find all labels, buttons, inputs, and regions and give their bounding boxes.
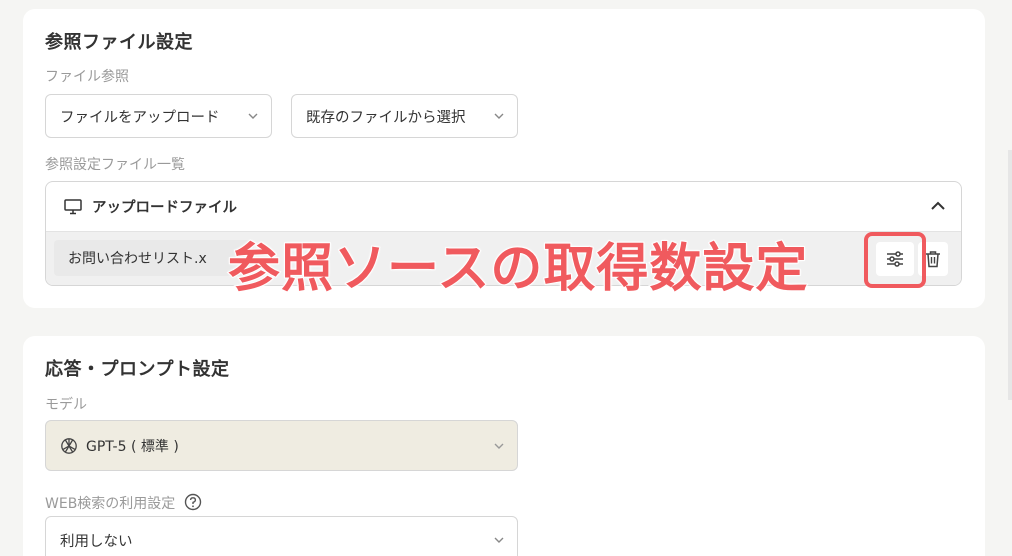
web-search-label: WEB検索の利用設定	[45, 493, 202, 513]
existing-file-select-label: 既存のファイルから選択	[306, 109, 466, 126]
model-label: モデル	[45, 397, 87, 413]
annotation-highlight-box	[864, 232, 926, 288]
uploaded-files-header[interactable]: アップロードファイル	[46, 182, 961, 232]
chevron-down-icon	[494, 443, 504, 449]
openai-logo-icon	[61, 437, 77, 454]
file-name-chip: お問い合わせリスト.x	[54, 240, 254, 276]
question-circle-icon[interactable]	[184, 493, 202, 511]
model-select[interactable]: GPT-5 ( 標準 )	[45, 420, 518, 471]
chevron-down-icon	[494, 537, 504, 543]
monitor-icon	[64, 198, 82, 214]
file-reference-label: ファイル参照	[45, 69, 129, 85]
upload-file-select-label: ファイルをアップロード	[60, 109, 220, 126]
reference-file-list-label: 参照設定ファイル一覧	[45, 157, 185, 173]
web-search-select[interactable]: 利用しない	[45, 516, 518, 556]
chevron-down-icon	[494, 113, 504, 119]
web-search-label-text: WEB検索の利用設定	[45, 496, 176, 512]
existing-file-select[interactable]: 既存のファイルから選択	[291, 94, 518, 138]
chevron-down-icon	[248, 113, 258, 119]
response-section-title: 応答・プロンプト設定	[45, 359, 230, 380]
uploaded-files-header-label: アップロードファイル	[92, 200, 237, 216]
annotation-caption: 参照ソースの取得数設定	[227, 238, 809, 300]
scrollbar[interactable]	[1008, 150, 1012, 400]
chevron-up-icon[interactable]	[929, 197, 947, 215]
trash-icon	[926, 251, 940, 268]
reference-section-title: 参照ファイル設定	[45, 32, 193, 53]
web-search-select-value: 利用しない	[60, 533, 133, 550]
model-select-value: GPT-5 ( 標準 )	[86, 438, 179, 455]
file-name: お問い合わせリスト.x	[68, 251, 207, 267]
upload-file-select[interactable]: ファイルをアップロード	[45, 94, 272, 138]
response-prompt-settings-card: 応答・プロンプト設定 モデル GPT-5 ( 標準 ) WEB検索の利用設定 利…	[23, 336, 985, 556]
